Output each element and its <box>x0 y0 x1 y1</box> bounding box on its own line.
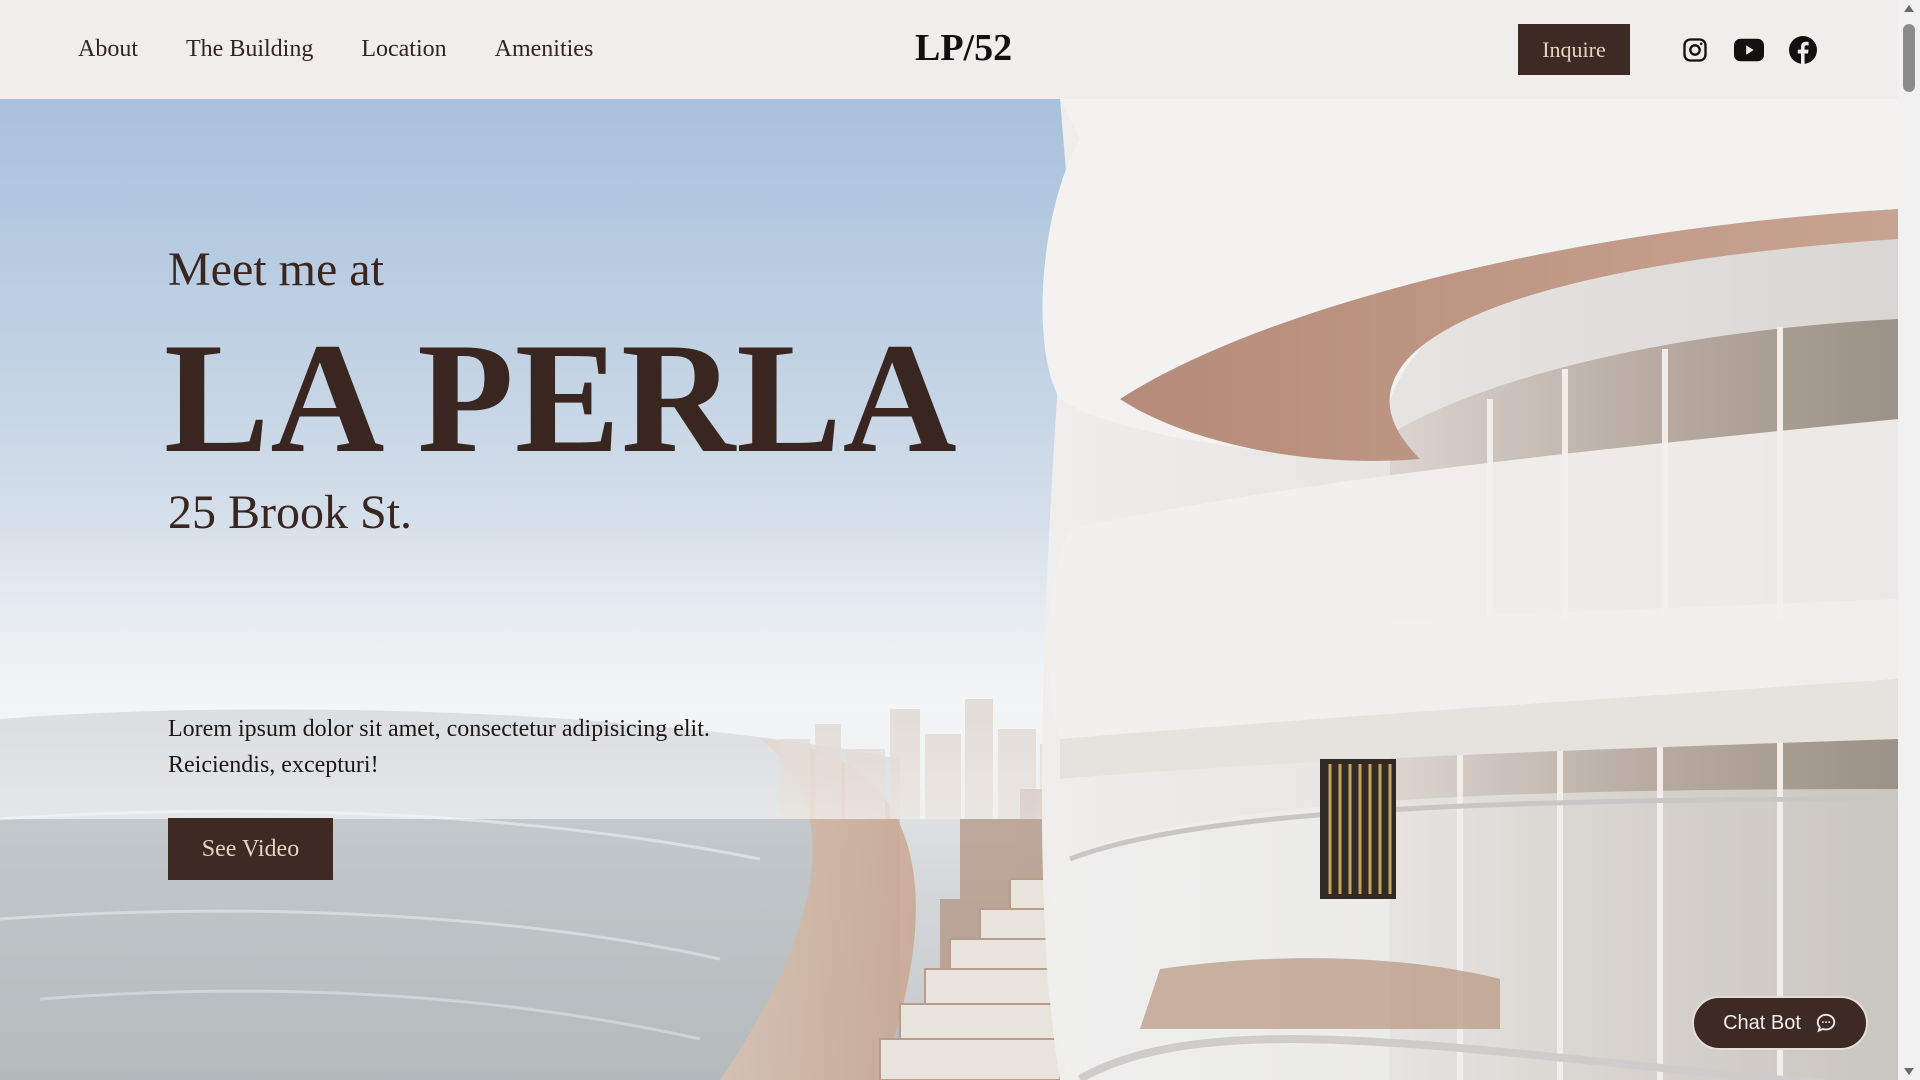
scroll-down-arrow-icon[interactable] <box>1902 1064 1916 1078</box>
hero-description: Lorem ipsum dolor sit amet, consectetur … <box>168 716 710 778</box>
page: About The Building Location Amenities LP… <box>0 0 1920 1080</box>
hero-eyebrow: Meet me at <box>168 243 384 296</box>
scrollbar-thumb[interactable] <box>1903 24 1915 92</box>
hero-title: LA PERLA <box>164 311 958 486</box>
brand-logo[interactable]: LP/52 <box>915 26 1012 70</box>
instagram-icon[interactable] <box>1680 35 1710 65</box>
hero-address: 25 Brook St. <box>168 486 413 539</box>
scroll-up-arrow-icon[interactable] <box>1902 2 1916 16</box>
chat-bot-label: Chat Bot <box>1723 1011 1801 1034</box>
hero-section: Meet me at LA PERLA 25 Brook St. Lorem i… <box>0 99 1898 1080</box>
primary-nav: About The Building Location Amenities <box>78 0 593 99</box>
nav-link-amenities[interactable]: Amenities <box>495 36 594 63</box>
top-navigation: About The Building Location Amenities LP… <box>0 0 1898 99</box>
chat-bot-button[interactable]: Chat Bot <box>1692 996 1868 1050</box>
facebook-icon[interactable] <box>1788 35 1818 65</box>
nav-link-about[interactable]: About <box>78 36 138 63</box>
nav-link-location[interactable]: Location <box>361 36 446 63</box>
nav-actions: Inquire <box>1518 0 1818 99</box>
chat-bubble-icon <box>1815 1012 1837 1034</box>
see-video-button[interactable]: See Video <box>168 818 333 880</box>
nav-link-the-building[interactable]: The Building <box>186 36 313 63</box>
youtube-icon[interactable] <box>1734 35 1764 65</box>
inquire-button[interactable]: Inquire <box>1518 24 1630 75</box>
vertical-scrollbar[interactable] <box>1898 0 1920 1080</box>
